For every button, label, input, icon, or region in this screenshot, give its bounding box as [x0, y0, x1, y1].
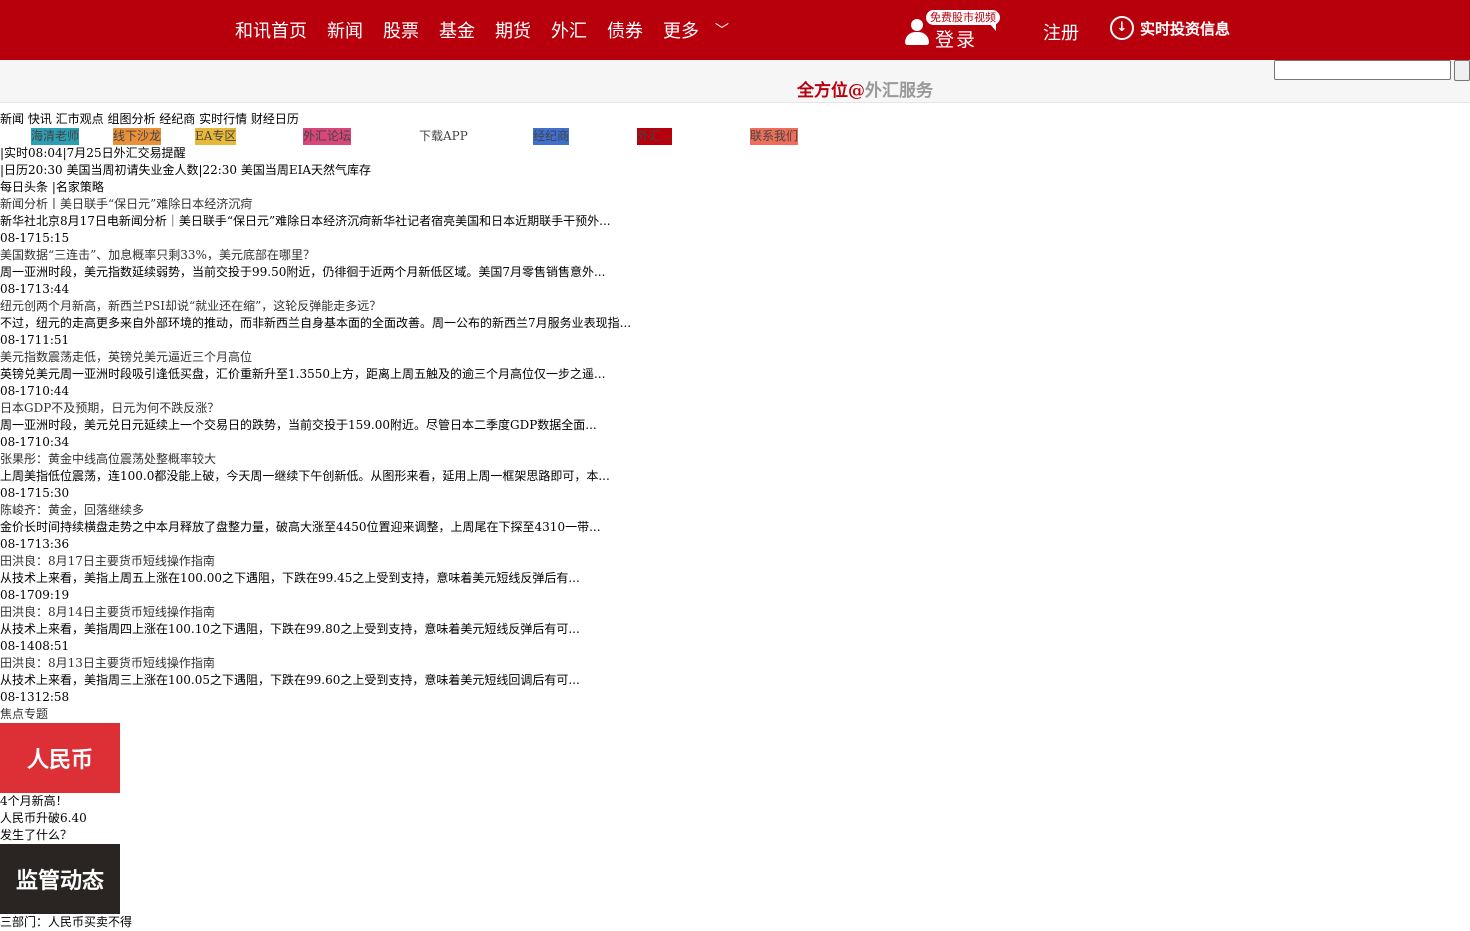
focus-card1-line3[interactable]: 发生了什么？ — [0, 827, 1470, 844]
news-title[interactable]: 纽元创两个月新高，新西兰PSI却说“就业还在缩”，这轮反弹能走多远？ — [0, 298, 1470, 315]
focus-card1-line1[interactable]: 4个月新高！ — [0, 793, 1470, 810]
news-summary[interactable]: 金价长时间持续横盘走势之中本月释放了盘整力量，破高大涨至4450位置迎来调整，上… — [0, 519, 1470, 536]
nav-forex[interactable]: 外汇 — [551, 17, 587, 43]
news-time: 08-1709:19 — [0, 588, 70, 602]
focus-heading: 焦点专题 — [0, 707, 49, 721]
news-time: 08-1711:51 — [0, 333, 70, 347]
nav-home[interactable]: 和讯首页 — [235, 17, 307, 43]
slogan-part2: 外汇服务 — [865, 81, 933, 101]
news-time: 08-1713:36 — [0, 537, 70, 551]
login-label: 登录 — [935, 29, 978, 51]
news-title[interactable]: 田洪良：8月17日主要货币短线操作指南 — [0, 553, 1470, 570]
news-summary[interactable]: 新华社北京8月17日电新闻分析｜美日联手“保日元”难除日本经济沉疴新华社记者宿亮… — [0, 213, 1470, 230]
nav-news[interactable]: 新闻 — [327, 17, 363, 43]
search-input[interactable] — [1274, 60, 1451, 80]
main-nav: 和讯首页 新闻 股票 基金 期货 外汇 债券 更多 ﹀ — [235, 0, 729, 60]
news-summary[interactable]: 从技术上来看，美指上周五上涨在100.00之下遇阻，下跌在99.45之上受到支持… — [0, 570, 1470, 587]
news-summary[interactable]: 从技术上来看，美指周四上涨在100.10之下遇阻，下跌在99.80之上受到支持，… — [0, 621, 1470, 638]
nav-bonds[interactable]: 债券 — [607, 17, 643, 43]
quick-link-forum[interactable]: 外汇论坛 — [303, 128, 352, 145]
slogan: 全方位@外汇服务 — [797, 76, 933, 101]
quick-links: 海清老师 线下沙龙 EA专区 外汇论坛 下载APP 经纪商 外汇... 联系我们 — [0, 128, 1470, 145]
top-header: 和讯首页 新闻 股票 基金 期货 外汇 债券 更多 ﹀ 免费股市视频 登录 注册… — [0, 0, 1470, 60]
news-summary[interactable]: 上周美指低位震荡，连100.0都没能上破，今天周一继续下午创新低。从图形来看，延… — [0, 468, 1470, 485]
login-badge: 免费股市视频 — [926, 10, 1000, 31]
nav-funds[interactable]: 基金 — [439, 17, 475, 43]
chevron-down-icon[interactable]: ﹀ — [715, 20, 729, 40]
realtime-alert[interactable]: |实时08:04|7月25日外汇交易提醒 — [0, 145, 1470, 162]
focus-card1-line2[interactable]: 人民币升破6.40 — [0, 810, 1470, 827]
news-title[interactable]: 美元指数震荡走低，英镑兑美元逼近三个月高位 — [0, 349, 1470, 366]
news-time: 08-1312:58 — [0, 690, 70, 704]
news-title[interactable]: 陈峻齐：黄金，回落继续多 — [0, 502, 1470, 519]
quick-link-app[interactable]: 下载APP — [419, 128, 468, 145]
news-summary[interactable]: 从技术上来看，美指周三上涨在100.05之下遇阻，下跌在99.60之上受到支持，… — [0, 672, 1470, 689]
news-summary[interactable]: 不过，纽元的走高更多来自外部环境的推动，而非新西兰自身基本面的全面改善。周一公布… — [0, 315, 1470, 332]
news-summary[interactable]: 周一亚洲时段，美元兑日元延续上一个交易日的跌势，当前交投于159.00附近。尽管… — [0, 417, 1470, 434]
sub-nav[interactable]: 新闻 快讯 汇市观点 组图分析 经纪商 实时行情 财经日历 — [0, 111, 1470, 128]
nav-futures[interactable]: 期货 — [495, 17, 531, 43]
quick-link-teacher[interactable]: 海清老师 — [31, 128, 80, 145]
news-time: 08-1715:30 — [0, 486, 70, 500]
quick-link-contact[interactable]: 联系我们 — [750, 128, 799, 145]
news-summary[interactable]: 英镑兑美元周一亚洲时段吸引逢低买盘，汇价重新升至1.3550上方，距离上周五触及… — [0, 366, 1470, 383]
user-icon — [905, 19, 929, 46]
news-tabs[interactable]: 每日头条 |名家策略 — [0, 179, 1470, 196]
news-time: 08-1715:15 — [0, 231, 70, 245]
news-time: 08-1710:34 — [0, 435, 70, 449]
nav-more[interactable]: 更多 — [663, 17, 699, 43]
quick-link-salon[interactable]: 线下沙龙 — [113, 128, 162, 145]
quick-link-forex[interactable]: 外汇... — [637, 128, 673, 145]
slogan-part1: 全方位@ — [797, 81, 865, 101]
news-summary[interactable]: 周一亚洲时段，美元指数延续弱势，当前交投于99.50附近，仍徘徊于近两个月新低区… — [0, 264, 1470, 281]
focus-image-regulation[interactable]: 监管动态 — [0, 844, 120, 914]
news-time: 08-1408:51 — [0, 639, 70, 653]
main-content: 新闻 快讯 汇市观点 组图分析 经纪商 实时行情 财经日历 海清老师 线下沙龙 … — [0, 111, 1470, 931]
calendar-alert[interactable]: |日历20:30 美国当周初请失业金人数|22:30 美国当周EIA天然气库存 — [0, 162, 1470, 179]
realtime-info-label: 实时投资信息 — [1140, 19, 1231, 38]
slogan-bar — [0, 60, 1470, 103]
news-title[interactable]: 美国数据“三连击”、加息概率只剩33%，美元底部在哪里？ — [0, 247, 1470, 264]
register-link[interactable]: 注册 — [1043, 19, 1079, 45]
news-title[interactable]: 日本GDP不及预期，日元为何不跌反涨？ — [0, 400, 1470, 417]
quick-link-broker[interactable]: 经纪商 — [533, 128, 570, 145]
news-time: 08-1710:44 — [0, 384, 70, 398]
focus-image-rmb[interactable]: 人民币 — [0, 723, 120, 793]
realtime-info-link[interactable]: ↓ 实时投资信息 — [1110, 16, 1230, 40]
search-button[interactable] — [1454, 60, 1470, 81]
news-list: 新闻分析丨美日联手“保日元”难除日本经济沉疴 新华社北京8月17日电新闻分析｜美日… — [0, 196, 1470, 706]
nav-stocks[interactable]: 股票 — [383, 17, 419, 43]
news-title[interactable]: 新闻分析丨美日联手“保日元”难除日本经济沉疴 — [0, 196, 1470, 213]
download-icon: ↓ — [1110, 16, 1134, 40]
news-title[interactable]: 张果彤：黄金中线高位震荡处整概率较大 — [0, 451, 1470, 468]
quick-link-ea[interactable]: EA专区 — [195, 128, 237, 145]
news-title[interactable]: 田洪良：8月14日主要货币短线操作指南 — [0, 604, 1470, 621]
news-time: 08-1713:44 — [0, 282, 70, 296]
news-title[interactable]: 田洪良：8月13日主要货币短线操作指南 — [0, 655, 1470, 672]
